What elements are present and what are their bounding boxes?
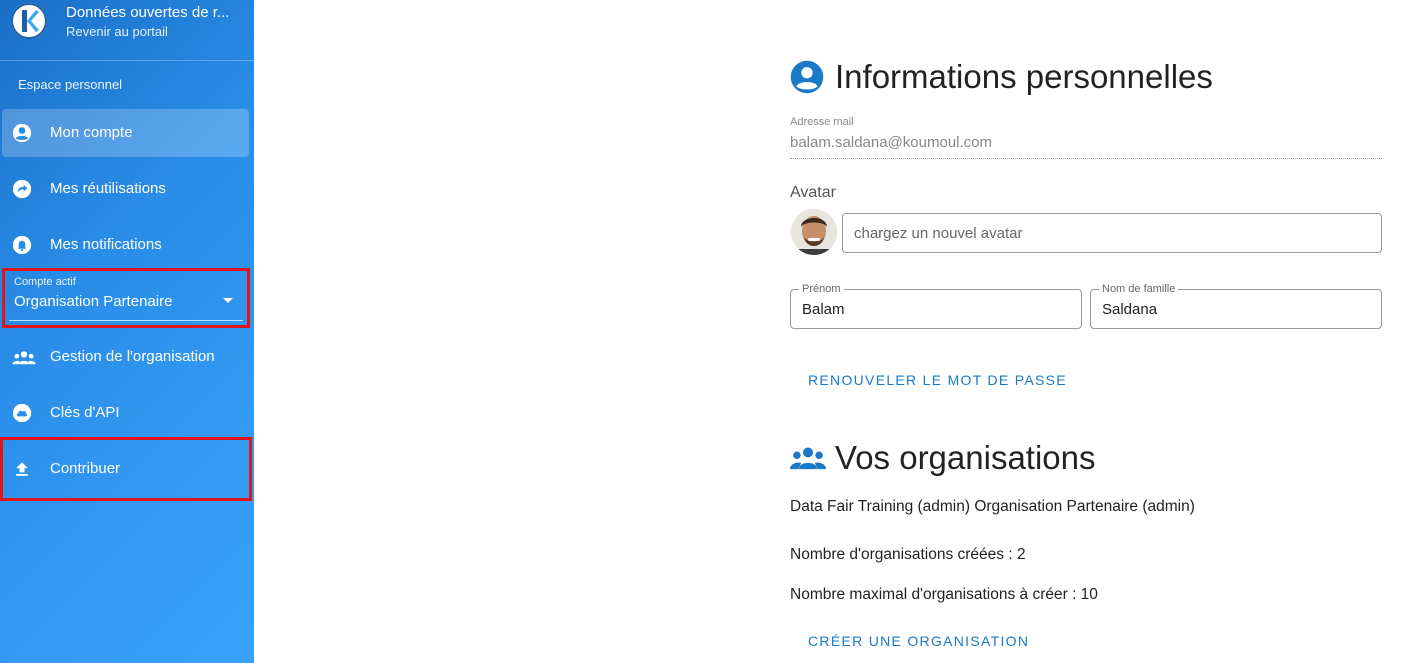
section-title: Espace personnel [18,77,123,92]
chevron-down-icon[interactable] [223,298,233,303]
share-arrow-icon [12,179,32,199]
bell-icon [12,235,32,255]
group-icon [12,351,36,365]
organizations-title: Vos organisations [835,439,1096,476]
avatar-upload-input[interactable] [842,213,1382,253]
create-organization-button[interactable]: CRÉER UNE ORGANISATION [808,633,1029,649]
organizations-heading: Vos organisations [790,439,1096,477]
sidebar-item-label: Mes réutilisations [50,180,166,197]
account-circle-icon [790,60,824,94]
personal-info-heading: Informations personnelles [790,58,1213,96]
sidebar-item-mon-compte[interactable]: Mon compte [2,109,249,157]
firstname-field[interactable] [790,289,1082,329]
divider [0,60,254,61]
main-content: Informations personnelles Adresse mail b… [790,0,1382,663]
active-account-label: Compte actif [14,276,76,288]
koumoul-logo-icon [11,3,47,39]
email-underline [790,158,1382,159]
sidebar-item-gestion-organisation[interactable]: Gestion de l'organisation [2,333,249,381]
email-label: Adresse mail [790,116,854,128]
renew-password-button[interactable]: RENOUVELER LE MOT DE PASSE [808,372,1067,388]
firstname-label: Prénom [799,283,844,295]
lastname-field[interactable] [1090,289,1382,329]
select-underline [9,320,243,321]
account-circle-icon [12,123,32,143]
active-account-value: Organisation Partenaire [14,293,173,310]
sidebar-item-mes-reutilisations[interactable]: Mes réutilisations [2,165,249,213]
sidebar-item-label: Gestion de l'organisation [50,348,215,365]
cloud-icon [12,403,32,423]
highlight-frame [0,437,252,501]
portal-header[interactable]: Données ouvertes de r... Revenir au port… [0,0,254,60]
organizations-created-count: Nombre d'organisations créées : 2 [790,546,1026,563]
sidebar-item-mes-notifications[interactable]: Mes notifications [2,221,249,269]
organizations-max-count: Nombre maximal d'organisations à créer :… [790,586,1098,603]
back-to-portal-link[interactable]: Revenir au portail [66,24,168,39]
lastname-label: Nom de famille [1099,283,1179,295]
avatar [791,209,837,255]
sidebar-item-cles-api[interactable]: Clés d'API [2,389,249,437]
sidebar: Données ouvertes de r... Revenir au port… [0,0,254,663]
sidebar-item-label: Mon compte [50,124,133,141]
sidebar-item-label: Clés d'API [50,404,120,421]
active-account-select[interactable]: Compte actif Organisation Partenaire [2,268,250,328]
avatar-label: Avatar [790,184,836,201]
email-value: balam.saldana@koumoul.com [790,134,992,151]
organizations-list: Data Fair Training (admin) Organisation … [790,498,1195,515]
page-title: Informations personnelles [835,58,1213,95]
sidebar-item-label: Mes notifications [50,236,162,253]
portal-title: Données ouvertes de r... [66,4,230,21]
group-icon [790,447,826,470]
